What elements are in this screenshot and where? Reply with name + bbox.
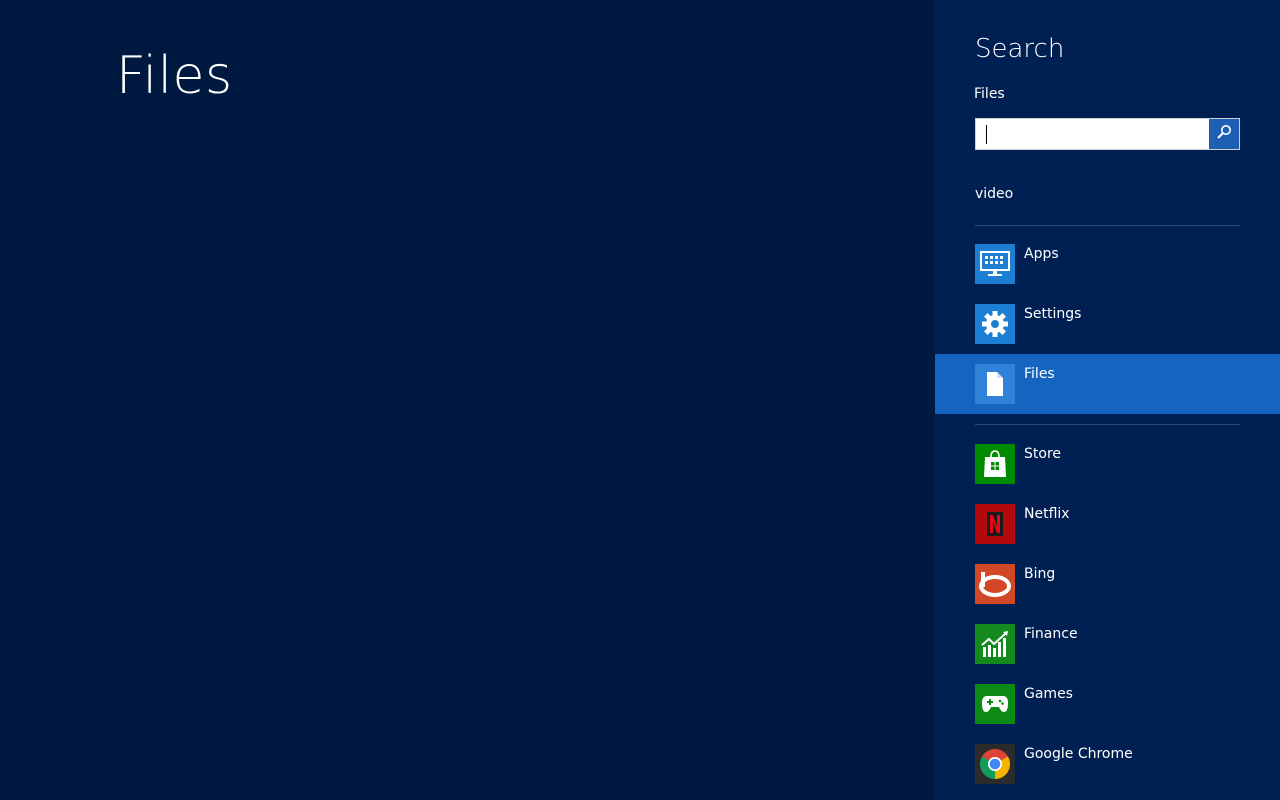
text-caret — [986, 125, 987, 144]
scope-label: Apps — [1024, 246, 1059, 262]
search-icon — [1216, 124, 1232, 144]
search-button[interactable] — [1209, 119, 1239, 149]
games-icon — [975, 684, 1015, 724]
divider — [975, 424, 1240, 425]
bing-icon — [975, 564, 1015, 604]
charm-title: Search — [975, 34, 1065, 64]
divider — [975, 225, 1240, 226]
search-input[interactable] — [975, 118, 1240, 150]
app-finance[interactable]: Finance — [935, 614, 1280, 674]
search-charm-pane: Search Files video Apps Settings Files S… — [935, 0, 1280, 800]
scope-settings[interactable]: Settings — [935, 294, 1280, 354]
app-label: Store — [1024, 446, 1062, 462]
scope-files[interactable]: Files — [935, 354, 1280, 414]
store-icon — [975, 444, 1015, 484]
app-label: Netflix — [1024, 506, 1070, 522]
search-suggestion[interactable]: video — [975, 186, 1013, 202]
scope-apps[interactable]: Apps — [935, 234, 1280, 294]
page-title: Files — [116, 46, 233, 106]
app-label: Google Chrome — [1024, 746, 1133, 762]
apps-icon — [975, 244, 1015, 284]
app-google-chrome[interactable]: Google Chrome — [935, 734, 1280, 794]
app-games[interactable]: Games — [935, 674, 1280, 734]
app-label: Bing — [1024, 566, 1056, 582]
app-store[interactable]: Store — [935, 434, 1280, 494]
gear-icon — [975, 304, 1015, 344]
app-label: Finance — [1024, 626, 1078, 642]
chrome-icon — [975, 744, 1015, 784]
app-label: Games — [1024, 686, 1073, 702]
search-scope-label: Files — [974, 86, 1005, 102]
file-icon — [975, 364, 1015, 404]
scope-label: Files — [1024, 366, 1055, 382]
app-netflix[interactable]: Netflix — [935, 494, 1280, 554]
app-bing[interactable]: Bing — [935, 554, 1280, 614]
finance-icon — [975, 624, 1015, 664]
scope-label: Settings — [1024, 306, 1082, 322]
netflix-icon — [975, 504, 1015, 544]
